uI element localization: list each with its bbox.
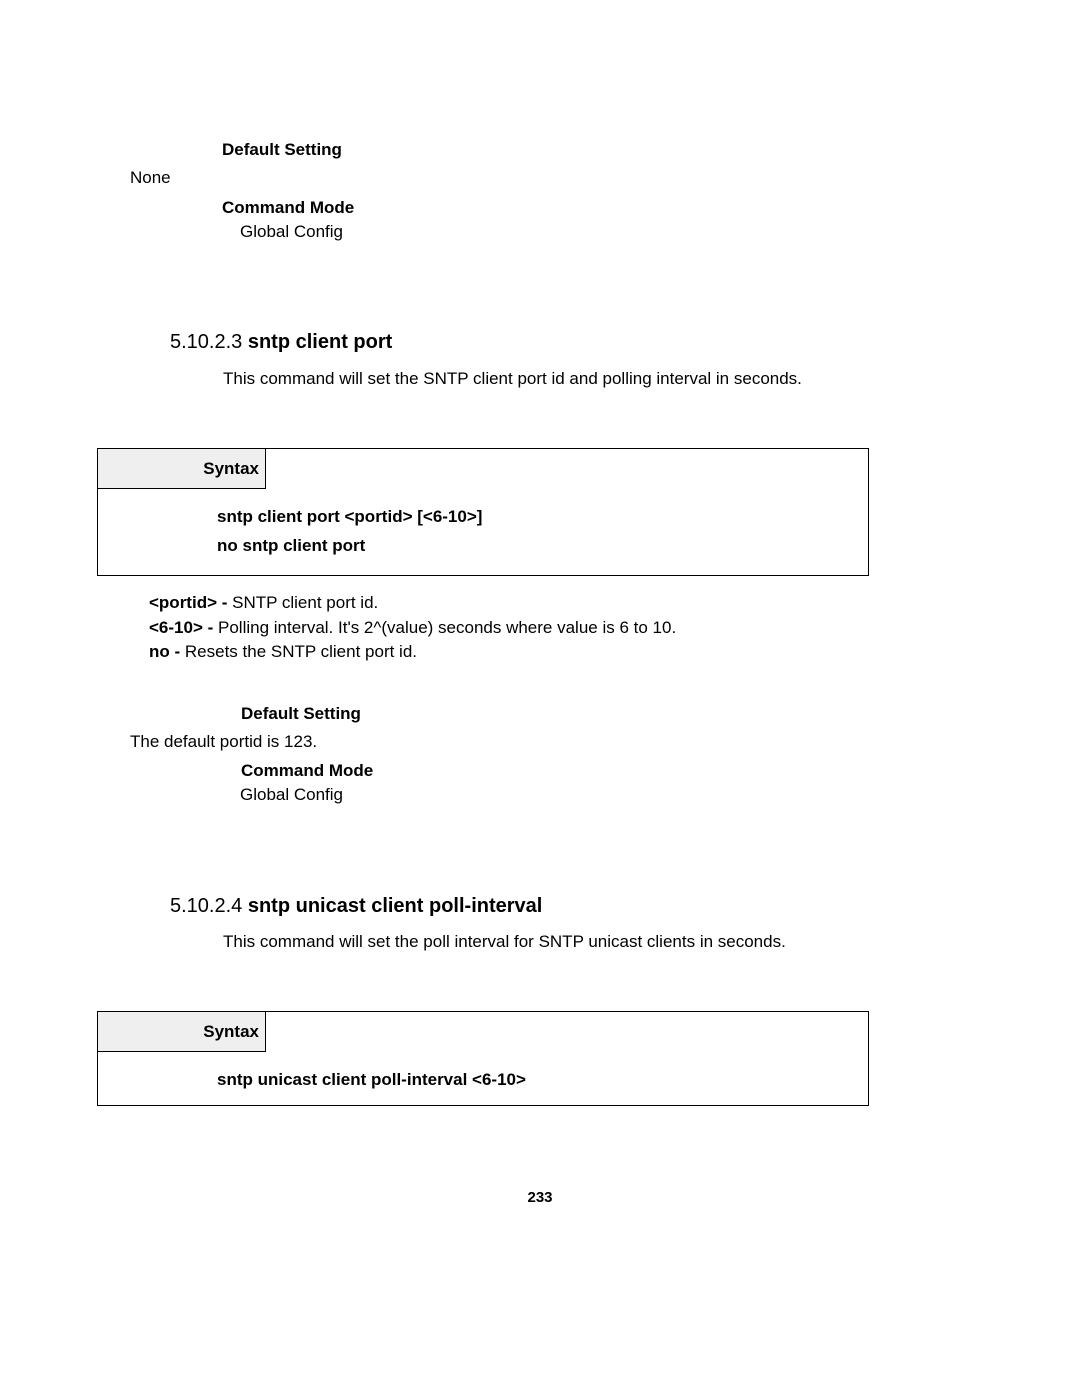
section-heading-4: 5.10.2.4 sntp unicast client poll-interv… — [170, 895, 542, 918]
command-mode-label-3: Command Mode — [241, 761, 373, 781]
param-text-3-2: Polling interval. It's 2^(value) seconds… — [218, 618, 676, 637]
syntax-line-4-1: sntp unicast client poll-interval <6-10> — [217, 1066, 868, 1095]
default-setting-value-3: The default portid is 123. — [130, 732, 317, 752]
param-key-3-3: no - — [149, 642, 185, 661]
param-row-3-2: <6-10> - Polling interval. It's 2^(value… — [149, 616, 889, 641]
syntax-box-3: Syntax sntp client port <portid> [<6-10>… — [97, 448, 869, 576]
page-number: 233 — [527, 1189, 552, 1206]
syntax-header-4: Syntax — [98, 1012, 266, 1052]
syntax-body-4: sntp unicast client poll-interval <6-10> — [98, 1052, 868, 1105]
section-heading-3: 5.10.2.3 sntp client port — [170, 331, 392, 354]
section-number-4: 5.10.2.4 — [170, 895, 248, 917]
section-title-4: sntp unicast client poll-interval — [248, 895, 543, 917]
param-key-3-1: <portid> - — [149, 593, 232, 612]
default-setting-label-3: Default Setting — [241, 704, 361, 724]
section-desc-4: This command will set the poll interval … — [223, 932, 786, 952]
syntax-line-3-2: no sntp client port — [217, 532, 868, 561]
command-mode-value-0: Global Config — [240, 222, 343, 242]
command-mode-label-0: Command Mode — [222, 198, 354, 218]
page-number-wrapper: 233 — [0, 1189, 1080, 1207]
syntax-box-4: Syntax sntp unicast client poll-interval… — [97, 1011, 869, 1106]
syntax-line-3-1: sntp client port <portid> [<6-10>] — [217, 503, 868, 532]
syntax-header-3: Syntax — [98, 449, 266, 489]
param-row-3-1: <portid> - SNTP client port id. — [149, 591, 889, 616]
page: Default Setting None Command Mode Global… — [0, 0, 1080, 1397]
param-row-3-3: no - Resets the SNTP client port id. — [149, 640, 889, 665]
section-desc-3: This command will set the SNTP client po… — [223, 369, 802, 389]
params-3: <portid> - SNTP client port id. <6-10> -… — [149, 591, 889, 665]
default-setting-value-0: None — [130, 168, 171, 188]
default-setting-label-0: Default Setting — [222, 140, 342, 160]
param-text-3-3: Resets the SNTP client port id. — [185, 642, 417, 661]
syntax-body-3: sntp client port <portid> [<6-10>] no sn… — [98, 489, 868, 575]
command-mode-value-3: Global Config — [240, 785, 343, 805]
section-title-3: sntp client port — [248, 331, 392, 353]
param-text-3-1: SNTP client port id. — [232, 593, 378, 612]
param-key-3-2: <6-10> - — [149, 618, 218, 637]
section-number-3: 5.10.2.3 — [170, 331, 248, 353]
